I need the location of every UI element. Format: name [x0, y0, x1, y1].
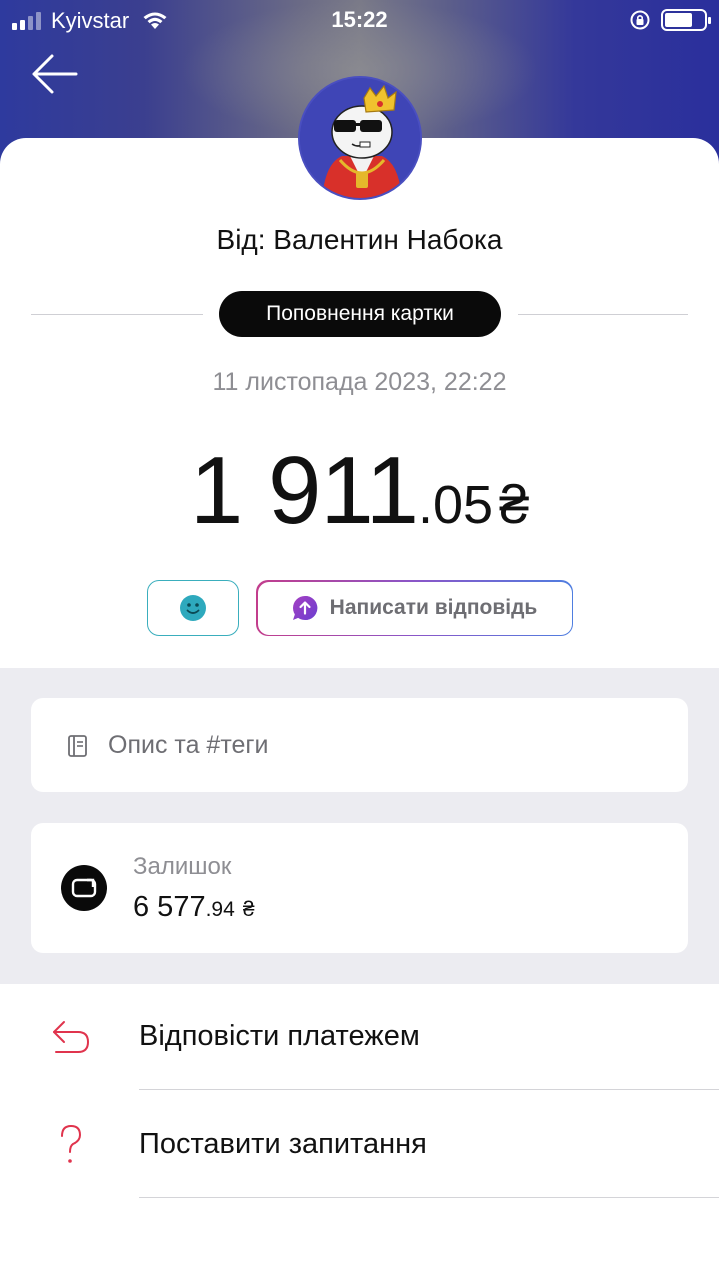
wallet-icon [61, 865, 107, 911]
emoji-reaction-button[interactable] [147, 580, 239, 636]
menu-divider [139, 1197, 719, 1198]
description-tags-card[interactable]: Опис та #теги [31, 698, 688, 792]
sender-avatar[interactable] [298, 76, 422, 200]
amount-integer: 1 911 [189, 437, 419, 544]
amount-currency: ₴ [499, 475, 530, 535]
balance-decimal: .94 [205, 898, 235, 921]
balance-card: Залишок 6 577.94 ₴ [31, 823, 688, 953]
ask-question-item[interactable]: Поставити запитання [0, 1092, 719, 1198]
balance-label: Залишок [133, 853, 232, 880]
description-tags-label: Опис та #теги [108, 731, 269, 759]
ask-question-label: Поставити запитання [139, 1128, 427, 1160]
balance-value: 6 577.94 ₴ [133, 891, 255, 924]
write-reply-inner: Написати відповідь [257, 581, 572, 635]
reply-with-payment-label: Відповісти платежем [139, 1020, 420, 1052]
amount-decimal: .05 [417, 475, 494, 535]
transaction-amount: 1 911.05 ₴ [0, 436, 719, 546]
menu-divider [139, 1089, 719, 1090]
reply-with-payment-item[interactable]: Відповісти платежем [0, 984, 719, 1090]
sender-name: Від: Валентин Набока [216, 224, 503, 255]
reply-payment-icon [53, 1021, 90, 1053]
status-time: 15:22 [331, 7, 388, 32]
write-reply-label: Написати відповідь [329, 596, 538, 619]
avatar-illustration [300, 78, 420, 198]
balance-integer: 6 577 [133, 891, 206, 923]
write-reply-button[interactable]: Написати відповідь [256, 580, 573, 636]
divider-left [31, 314, 203, 315]
status-bar: Kyivstar 15:22 [0, 0, 719, 40]
battery-icon [661, 9, 711, 31]
transaction-date: 11 листопада 2023, 22:22 [212, 368, 507, 396]
transaction-type-badge: Поповнення картки [219, 291, 501, 337]
notebook-icon [68, 735, 87, 757]
smiley-icon [180, 595, 206, 621]
question-icon [61, 1124, 82, 1163]
status-right [629, 9, 711, 31]
divider-right [518, 314, 688, 315]
balance-currency: ₴ [242, 898, 255, 921]
send-up-icon [292, 595, 318, 620]
back-arrow-icon[interactable] [30, 52, 78, 96]
rotation-lock-icon [630, 10, 650, 30]
